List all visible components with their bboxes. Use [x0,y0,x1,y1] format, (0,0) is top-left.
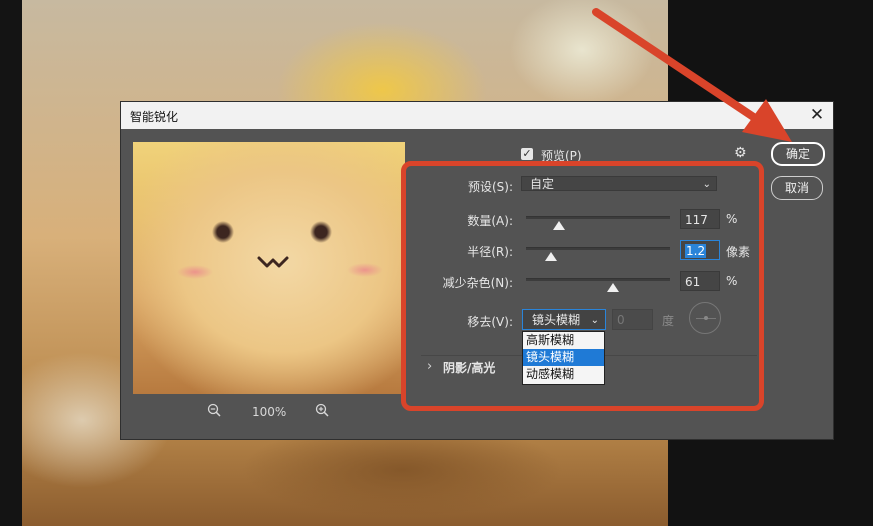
annotation-arrow [592,8,792,142]
